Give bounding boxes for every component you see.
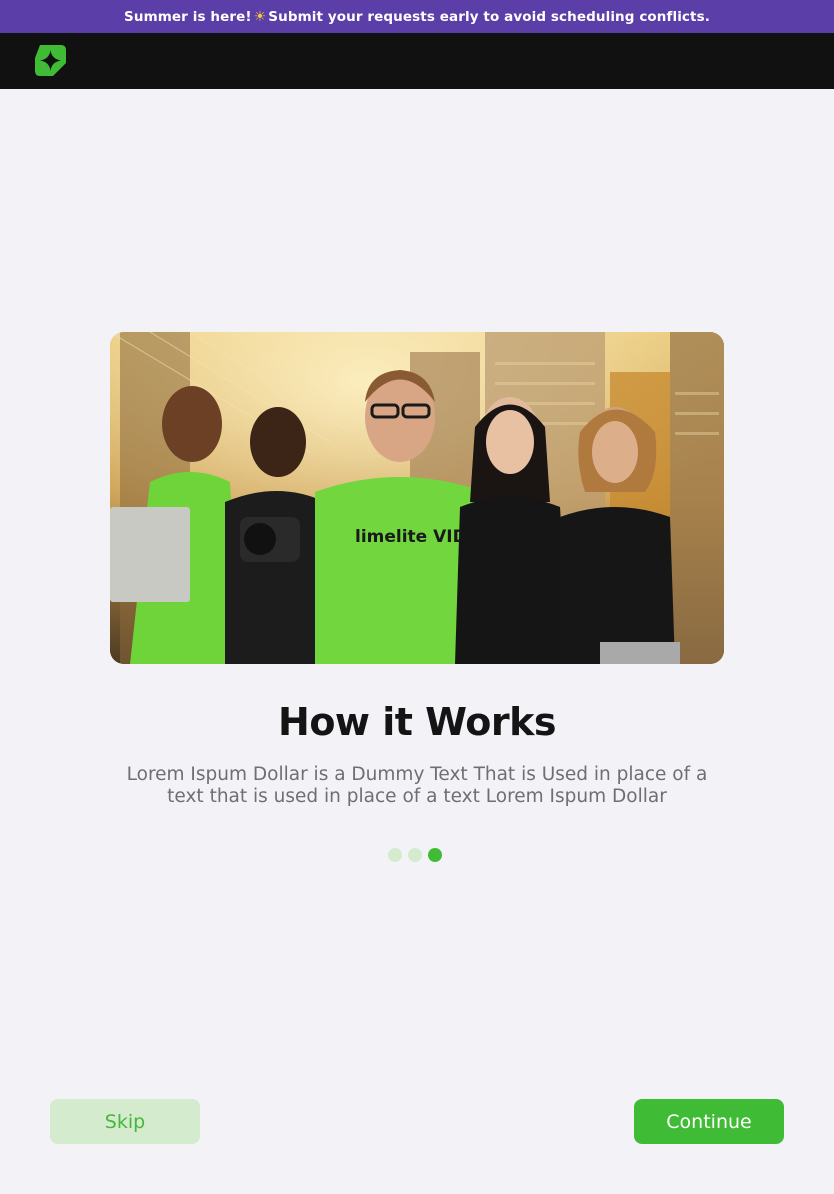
announcement-banner: Summer is here! ☀ Submit your requests e… <box>0 0 834 33</box>
team-photo-illustration: limelite VIDEOS <box>110 332 724 664</box>
pagination-dot-2[interactable] <box>408 848 422 862</box>
onboarding-description: Lorem Ispum Dollar is a Dummy Text That … <box>126 764 708 807</box>
pagination-dots <box>388 848 442 862</box>
continue-button[interactable]: Continue <box>634 1099 784 1144</box>
announcement-text-start: Summer is here! <box>124 8 252 25</box>
sparkle-logo-icon[interactable] <box>34 44 67 77</box>
pagination-dot-3-active[interactable] <box>428 848 442 862</box>
page-title: How it Works <box>278 700 556 744</box>
announcement-text-end: Submit your requests early to avoid sche… <box>268 8 710 25</box>
sun-icon: ☀ <box>253 8 267 25</box>
top-navigation-bar <box>0 33 834 89</box>
pagination-dot-1[interactable] <box>388 848 402 862</box>
hero-image: limelite VIDEOS <box>110 332 724 664</box>
skip-button[interactable]: Skip <box>50 1099 200 1144</box>
